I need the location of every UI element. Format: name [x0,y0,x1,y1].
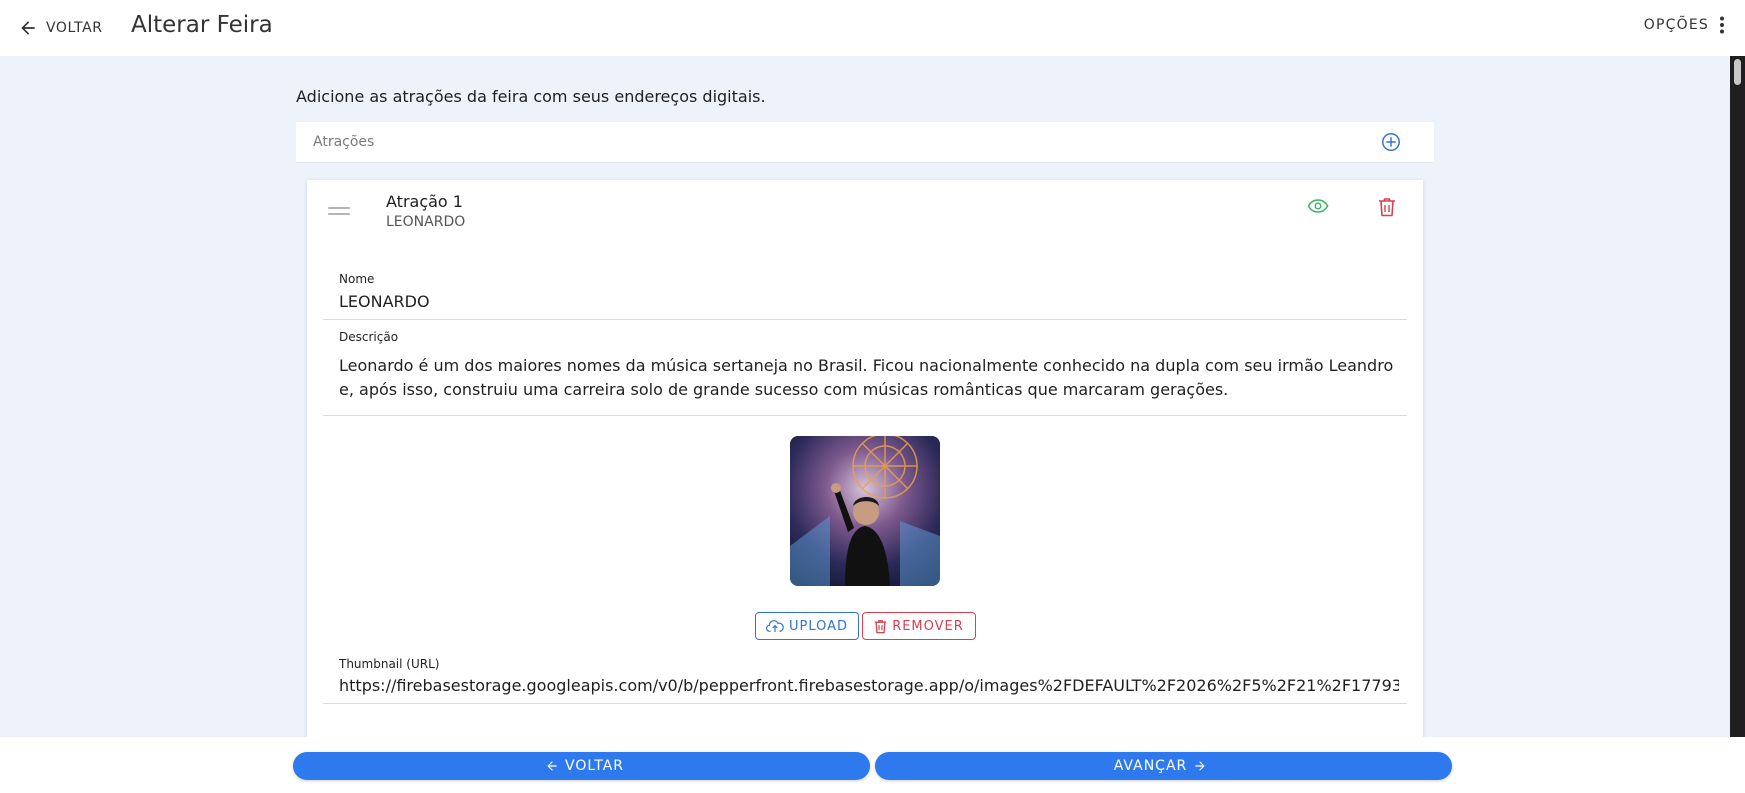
arrow-right-icon [1195,761,1205,771]
name-label: Nome [339,272,375,286]
content-area: Adicione as atrações da feira com seus e… [0,56,1730,737]
remove-button[interactable]: REMOVER [862,612,976,640]
thumbnail-url-input[interactable]: https://firebasestorage.googleapis.com/v… [339,674,1399,698]
remove-label: REMOVER [892,618,964,634]
footer-next-label: AVANÇAR [1113,758,1188,774]
footer-nav: VOLTAR AVANÇAR [0,737,1745,793]
arrow-left-icon [547,761,557,771]
footer-back-button[interactable]: VOLTAR [293,752,870,780]
attraction-card: Atração 1 LEONARDO Nome LEONARDO Descriç… [307,180,1423,737]
attractions-label: Atrações [313,134,375,150]
description-field[interactable]: Descrição Leonardo é um dos maiores nome… [323,319,1407,416]
back-button[interactable]: VOLTAR [18,16,103,40]
upload-label: UPLOAD [788,618,849,634]
name-input[interactable]: LEONARDO [339,290,1399,314]
scrollbar-thumb[interactable] [1734,59,1741,85]
description-label: Descrição [339,330,399,344]
options-label: OPÇÕES [1643,17,1709,33]
upload-button[interactable]: UPLOAD [755,612,859,640]
name-field[interactable]: Nome LEONARDO [323,262,1407,320]
trash-icon [874,619,887,633]
plus-circle-icon[interactable] [1380,131,1402,153]
attraction-subtitle: LEONARDO [386,214,466,230]
trash-icon[interactable] [1378,197,1396,217]
description-textarea[interactable]: Leonardo é um dos maiores nomes da músic… [339,354,1399,402]
footer-next-button[interactable]: AVANÇAR [875,752,1452,780]
attraction-title: Atração 1 [386,192,463,211]
drag-handle-icon[interactable] [328,206,350,216]
photo-image [790,436,940,586]
kebab-menu-icon [1720,16,1724,34]
attractions-list-header: Atrações [296,122,1434,163]
scrollbar[interactable] [1730,56,1745,737]
top-app-bar: VOLTAR Alterar Feira OPÇÕES [0,0,1745,56]
footer-back-label: VOLTAR [565,758,624,774]
cloud-upload-icon [765,620,784,632]
arrow-left-icon [21,21,35,35]
back-button-label: VOLTAR [46,20,103,36]
options-menu-button[interactable]: OPÇÕES [1644,16,1725,34]
thumbnail-url-label: Thumbnail (URL) [339,657,440,671]
intro-text: Adicione as atrações da feira com seus e… [296,87,766,106]
thumbnail-url-field[interactable]: Thumbnail (URL) https://firebasestorage.… [323,646,1407,704]
eye-icon[interactable] [1307,198,1329,214]
page-title: Alterar Feira [131,12,273,38]
attraction-photo [790,436,940,586]
